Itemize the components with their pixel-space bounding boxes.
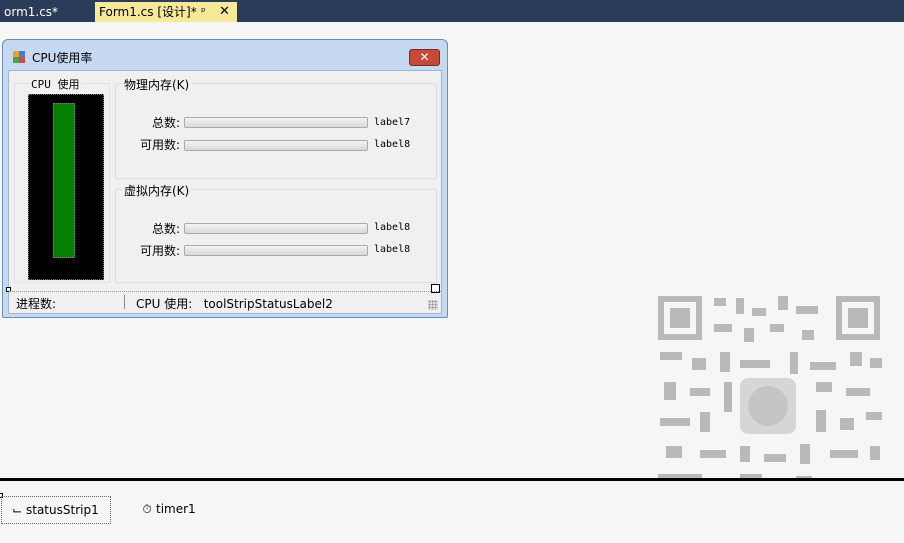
document-tab-strip: orm1.cs* Form1.cs [设计]* ᵖ ✕ — [0, 0, 904, 22]
status-strip-icon: ⌙ — [11, 503, 23, 517]
close-button[interactable]: ✕ — [409, 49, 440, 66]
physical-group-title: 物理内存(K) — [122, 76, 192, 93]
tab-form1-code[interactable]: orm1.cs* — [0, 2, 92, 22]
tab-label: orm1.cs* — [4, 5, 59, 19]
timer-icon: ⏱ — [142, 502, 152, 516]
cpu-usage-status-label: CPU 使用: toolStripStatusLabel2 — [136, 297, 333, 311]
size-grip-icon[interactable] — [428, 300, 438, 310]
virtual-total-progress[interactable] — [184, 223, 368, 234]
virtual-available-label: 可用数: — [139, 244, 180, 258]
tab-label: Form1.cs [设计]* — [99, 5, 197, 19]
process-count-label: 进程数: — [16, 297, 57, 311]
physical-available-value: label8 — [374, 139, 411, 150]
app-icon — [13, 51, 25, 63]
tray-item-label: timer1 — [156, 502, 196, 516]
virtual-total-label: 总数: — [151, 222, 180, 236]
tab-form1-design[interactable]: Form1.cs [设计]* ᵖ ✕ — [95, 2, 237, 22]
virtual-available-value: label8 — [374, 244, 411, 255]
component-tray: ⌙ statusStrip1 ⏱ timer1 — [0, 481, 904, 543]
status-strip[interactable]: 进程数: CPU 使用: toolStripStatusLabel2 — [9, 291, 441, 313]
physical-total-progress[interactable] — [184, 117, 368, 128]
physical-total-label: 总数: — [151, 116, 180, 130]
physical-memory-group: 物理内存(K) 总数: label7 可用数: label8 — [115, 76, 437, 179]
window-title: CPU使用率 — [32, 51, 93, 65]
form-client-area: CPU 使用 物理内存(K) 总数: label7 可用数: label8 虚拟… — [6, 70, 442, 314]
close-icon[interactable]: ✕ — [219, 2, 230, 22]
virtual-available-progress[interactable] — [184, 245, 368, 256]
physical-available-progress[interactable] — [184, 140, 368, 151]
title-bar[interactable]: CPU使用率 ✕ — [3, 40, 447, 70]
tray-item-timer[interactable]: ⏱ timer1 — [138, 496, 208, 524]
tray-item-label: statusStrip1 — [26, 503, 99, 517]
physical-total-value: label7 — [374, 117, 411, 128]
virtual-total-value: label8 — [374, 222, 411, 233]
tray-item-status-strip[interactable]: ⌙ statusStrip1 — [1, 496, 111, 524]
cpu-usage-bar — [53, 103, 75, 258]
form-window[interactable]: CPU使用率 ✕ CPU 使用 物理内存(K) 总数: label7 可用数: … — [2, 39, 448, 318]
virtual-group-title: 虚拟内存(K) — [122, 182, 192, 199]
cpu-meter[interactable] — [28, 94, 104, 280]
physical-available-label: 可用数: — [139, 138, 180, 152]
pin-icon[interactable]: ᵖ — [201, 2, 206, 22]
cpu-usage-group: CPU 使用 — [14, 76, 110, 283]
cpu-group-title: CPU 使用 — [29, 76, 82, 92]
status-separator — [124, 295, 125, 309]
virtual-memory-group: 虚拟内存(K) 总数: label8 可用数: label8 — [115, 182, 437, 283]
